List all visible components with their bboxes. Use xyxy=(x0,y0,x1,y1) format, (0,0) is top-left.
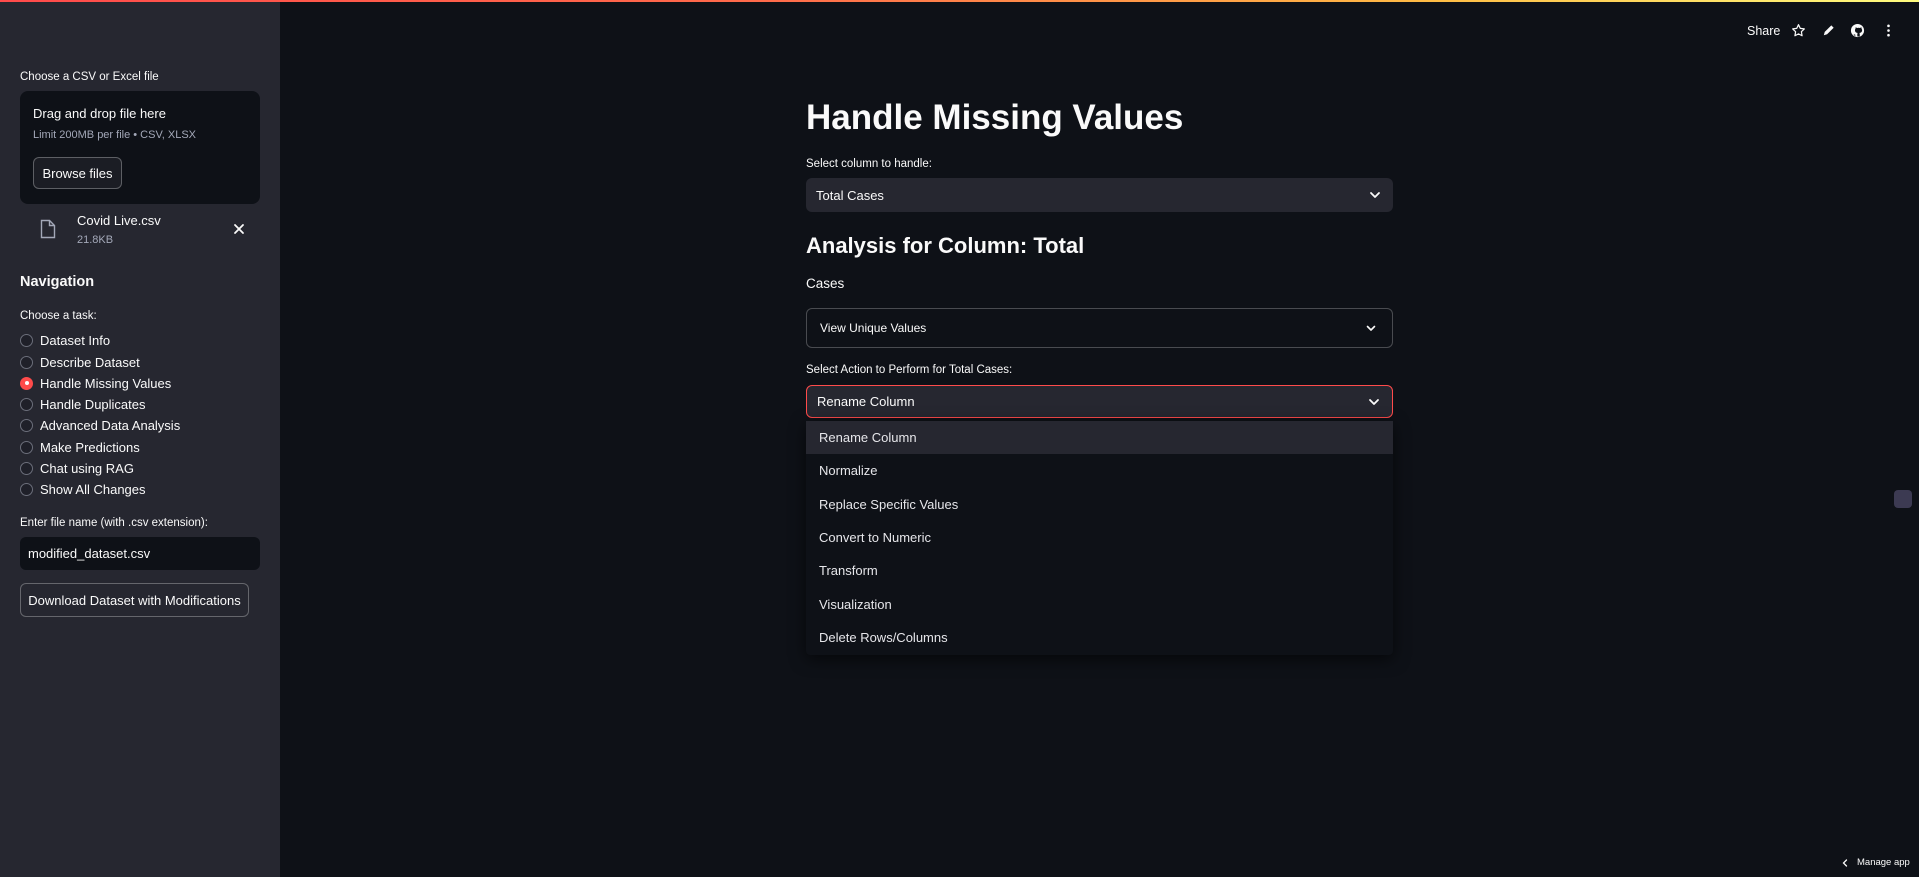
radio-label: Describe Dataset xyxy=(40,354,140,370)
radio-label: Chat using RAG xyxy=(40,460,134,476)
assistant-icon[interactable] xyxy=(1894,490,1912,508)
page-title: Handle Missing Values xyxy=(806,98,1184,137)
download-dataset-button[interactable]: Download Dataset with Modifications xyxy=(20,583,249,617)
analysis-heading: Analysis for Column: Total xyxy=(806,233,1085,258)
file-icon xyxy=(40,219,56,239)
dropdown-option-visualization[interactable]: Visualization xyxy=(806,587,1393,620)
radio-advanced-data-analysis[interactable]: Advanced Data Analysis xyxy=(20,415,180,435)
dropdown-option-rename-column[interactable]: Rename Column xyxy=(806,421,1393,455)
dropdown-option-transform[interactable]: Transform xyxy=(806,554,1393,587)
task-label: Choose a task: xyxy=(20,310,97,322)
radio-handle-duplicates[interactable]: Handle Duplicates xyxy=(20,394,146,414)
radio-label: Advanced Data Analysis xyxy=(40,417,181,433)
chevron-down-icon xyxy=(1369,398,1379,405)
dropzone-limit: Limit 200MB per file • CSV, XLSX xyxy=(33,129,197,141)
radio-label: Make Predictions xyxy=(40,439,140,455)
radio-dot xyxy=(20,461,33,475)
file-size: 21.8KB xyxy=(77,234,114,246)
radio-show-all-changes[interactable]: Show All Changes xyxy=(20,479,146,499)
github-icon[interactable] xyxy=(1850,23,1865,38)
column-select-value: Total Cases xyxy=(816,187,884,203)
dropdown-option-delete-rows-columns[interactable]: Delete Rows/Columns xyxy=(806,621,1393,654)
column-select-label: Select column to handle: xyxy=(806,158,932,170)
action-select-value: Rename Column xyxy=(817,394,915,409)
radio-chat-using-rag[interactable]: Chat using RAG xyxy=(20,458,134,478)
action-dropdown-menu: Rename Column Normalize Replace Specific… xyxy=(806,421,1393,655)
radio-dot xyxy=(20,333,33,347)
dropdown-option-replace-specific-values[interactable]: Replace Specific Values xyxy=(806,488,1393,521)
filename-label: Enter file name (with .csv extension): xyxy=(20,517,208,529)
dropdown-option-convert-to-numeric[interactable]: Convert to Numeric xyxy=(806,521,1393,554)
uploader-label: Choose a CSV or Excel file xyxy=(20,71,159,83)
sidebar: Choose a CSV or Excel file Drag and drop… xyxy=(0,0,280,877)
remove-file-icon[interactable] xyxy=(231,221,247,237)
share-button[interactable]: Share xyxy=(1747,20,1780,42)
star-icon[interactable] xyxy=(1791,23,1806,38)
radio-dataset-info[interactable]: Dataset Info xyxy=(20,330,110,350)
radio-label: Handle Duplicates xyxy=(40,396,146,412)
radio-dot-selected xyxy=(20,376,33,390)
uploaded-file: Covid Live.csv 21.8KB xyxy=(20,212,260,248)
chevron-down-icon xyxy=(1370,192,1380,198)
pencil-icon[interactable] xyxy=(1821,23,1836,38)
browse-files-button[interactable]: Browse files xyxy=(33,157,122,189)
file-name: Covid Live.csv xyxy=(77,213,161,228)
radio-dot xyxy=(20,355,33,369)
radio-label: Handle Missing Values xyxy=(40,375,172,391)
navigation-title: Navigation xyxy=(20,274,95,290)
filename-input[interactable]: modified_dataset.csv xyxy=(20,537,260,570)
radio-dot xyxy=(20,397,33,411)
action-select-label: Select Action to Perform for Total Cases… xyxy=(806,364,1013,376)
file-dropzone[interactable]: Drag and drop file here Limit 200MB per … xyxy=(20,91,260,204)
radio-dot xyxy=(20,418,33,432)
manage-app-label: Manage app xyxy=(1857,857,1910,868)
analysis-heading-continued: Cases xyxy=(806,276,845,291)
manage-app-button[interactable]: Manage app xyxy=(1841,857,1910,868)
radio-label: Show All Changes xyxy=(40,481,146,497)
dropdown-option-normalize[interactable]: Normalize xyxy=(806,454,1393,487)
radio-handle-missing-values[interactable]: Handle Missing Values xyxy=(20,373,171,393)
radio-make-predictions[interactable]: Make Predictions xyxy=(20,437,140,457)
chevron-left-icon xyxy=(1842,858,1848,867)
action-select[interactable]: Rename Column xyxy=(806,385,1393,418)
more-vertical-icon[interactable] xyxy=(1881,23,1896,38)
dropzone-title: Drag and drop file here xyxy=(33,106,166,121)
unique-values-expander[interactable]: View Unique Values xyxy=(806,308,1393,348)
chevron-down-icon xyxy=(1366,325,1376,331)
radio-describe-dataset[interactable]: Describe Dataset xyxy=(20,352,140,372)
expander-label: View Unique Values xyxy=(820,321,927,335)
radio-dot xyxy=(20,482,33,496)
radio-label: Dataset Info xyxy=(40,332,111,348)
top-decoration-bar xyxy=(0,0,1919,2)
column-select[interactable]: Total Cases xyxy=(806,178,1393,212)
radio-dot xyxy=(20,440,33,454)
